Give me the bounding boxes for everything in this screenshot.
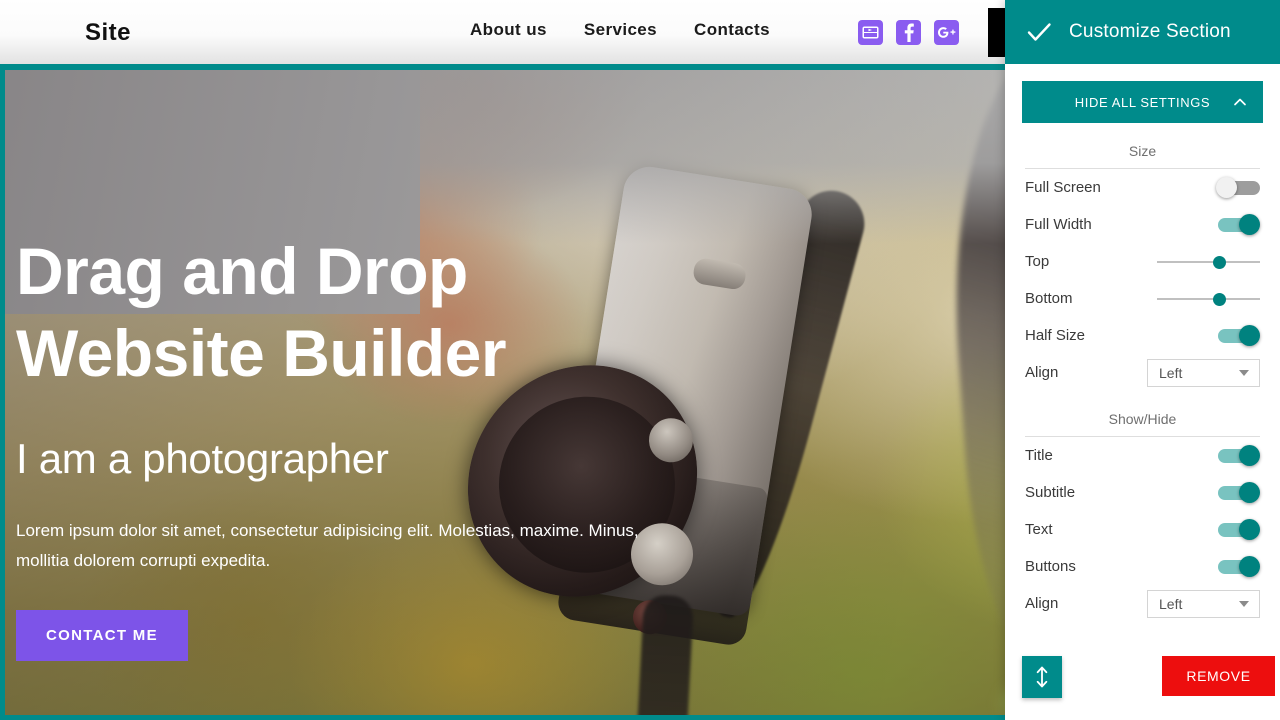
slider-thumb[interactable]: [1212, 292, 1226, 306]
setting-label-full-width: Full Width: [1025, 216, 1092, 233]
toggle-knob: [1239, 324, 1260, 346]
setting-row-full-screen: Full Screen: [1025, 169, 1260, 206]
setting-label-size-align: Align: [1025, 364, 1059, 381]
chevron-down-icon: [1239, 600, 1249, 607]
slider-track: [1157, 297, 1260, 300]
toggle-title[interactable]: [1216, 444, 1260, 467]
setting-label-subtitle: Subtitle: [1025, 484, 1076, 501]
hero-title-line-2: Website Builder: [16, 316, 507, 390]
setting-row-full-width: Full Width: [1025, 206, 1260, 243]
move-vertical-icon: [1036, 666, 1048, 688]
setting-row-showhide-align: Align Left: [1025, 585, 1260, 622]
setting-label-top: Top: [1025, 253, 1050, 270]
hero-title: Drag and Drop Website Builder: [16, 230, 676, 394]
toggle-full-width[interactable]: [1216, 213, 1260, 236]
setting-row-bottom: Bottom: [1025, 280, 1260, 317]
setting-row-buttons: Buttons: [1025, 548, 1260, 585]
hero-title-line-1: Drag and Drop: [16, 234, 468, 308]
setting-label-text: Text: [1025, 521, 1053, 538]
nav-item-services[interactable]: Services: [584, 20, 657, 40]
toggle-subtitle[interactable]: [1216, 481, 1260, 504]
setting-label-showhide-align: Align: [1025, 595, 1059, 612]
toggle-buttons[interactable]: [1216, 555, 1260, 578]
nav-item-contacts[interactable]: Contacts: [694, 20, 770, 40]
toggle-half-size[interactable]: [1216, 324, 1260, 347]
slider-top[interactable]: [1157, 251, 1260, 273]
site-social-icons: [858, 20, 959, 45]
facebook-icon[interactable]: [896, 20, 921, 45]
setting-row-top: Top: [1025, 243, 1260, 280]
hide-all-settings-button[interactable]: HIDE ALL SETTINGS: [1022, 81, 1263, 123]
toggle-text[interactable]: [1216, 518, 1260, 541]
panel-footer: REMOVE: [1005, 656, 1280, 720]
toggle-knob: [1216, 176, 1237, 198]
hero-content: Drag and Drop Website Builder I am a pho…: [16, 230, 676, 662]
toggle-knob: [1239, 213, 1260, 235]
setting-row-half-size: Half Size: [1025, 317, 1260, 354]
nav-item-about-us[interactable]: About us: [470, 20, 547, 40]
setting-label-buttons: Buttons: [1025, 558, 1076, 575]
setting-row-title: Title: [1025, 437, 1260, 474]
section-header-background-cutoff: Background: [1025, 622, 1260, 640]
setting-row-subtitle: Subtitle: [1025, 474, 1260, 511]
hide-all-settings-label: HIDE ALL SETTINGS: [1074, 94, 1211, 110]
setting-label-title: Title: [1025, 447, 1053, 464]
setting-label-bottom: Bottom: [1025, 290, 1073, 307]
googleplus-icon[interactable]: [934, 20, 959, 45]
slider-bottom[interactable]: [1157, 288, 1260, 310]
chevron-up-icon: [1234, 98, 1246, 106]
remove-section-button[interactable]: REMOVE: [1162, 656, 1275, 696]
panel-settings-scroll[interactable]: Size Full Screen Full Width Top Bottom H…: [1005, 123, 1280, 656]
select-showhide-align[interactable]: Left: [1147, 589, 1260, 618]
panel-title: Customize Section: [1069, 21, 1231, 42]
section-header-size: Size: [1025, 123, 1260, 169]
check-icon[interactable]: [1025, 18, 1053, 46]
panel-header: Customize Section: [1005, 0, 1280, 64]
youtube-icon[interactable]: [858, 20, 883, 45]
slider-track: [1157, 260, 1260, 263]
toggle-knob: [1239, 518, 1260, 540]
setting-row-text: Text: [1025, 511, 1260, 548]
hero-subtitle: I am a photographer: [16, 435, 389, 482]
move-section-button[interactable]: [1022, 656, 1062, 698]
contact-me-button[interactable]: CONTACT ME: [16, 610, 188, 662]
slider-thumb[interactable]: [1212, 255, 1226, 269]
section-header-show-hide: Show/Hide: [1025, 391, 1260, 437]
setting-label-half-size: Half Size: [1025, 327, 1086, 344]
chevron-down-icon: [1239, 369, 1249, 376]
select-showhide-align-value: Left: [1159, 595, 1183, 612]
setting-row-size-align: Align Left: [1025, 354, 1260, 391]
select-size-align[interactable]: Left: [1147, 358, 1260, 387]
setting-label-full-screen: Full Screen: [1025, 179, 1101, 196]
customize-section-panel: Customize Section HIDE ALL SETTINGS Size…: [1005, 0, 1280, 720]
select-size-align-value: Left: [1159, 364, 1183, 381]
toggle-knob: [1239, 481, 1260, 503]
hero-text: Lorem ipsum dolor sit amet, consectetur …: [16, 521, 639, 571]
toggle-knob: [1239, 555, 1260, 577]
site-nav-links: About us Services Contacts: [470, 20, 770, 40]
site-brand-logo[interactable]: Site: [85, 19, 131, 47]
toggle-knob: [1239, 444, 1260, 466]
toggle-full-screen[interactable]: [1216, 176, 1260, 199]
